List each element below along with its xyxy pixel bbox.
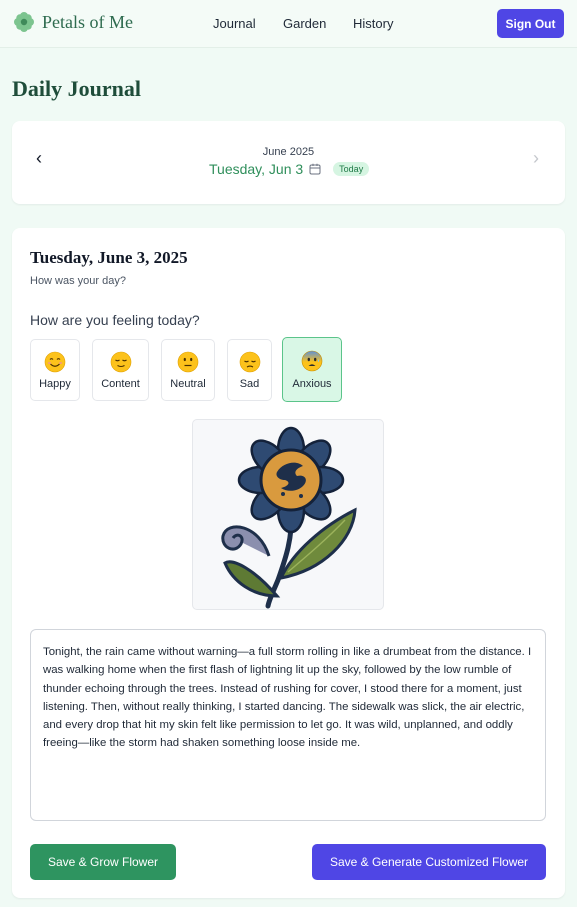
nav-history[interactable]: History [353, 16, 393, 31]
selected-date[interactable]: Tuesday, Jun 3 [209, 161, 303, 177]
embroidered-flower-image [192, 419, 384, 610]
month-label: June 2025 [262, 146, 315, 158]
journal-entry-card: Tuesday, June 3, 2025 How was your day? … [12, 228, 565, 898]
relieved-face-icon [110, 351, 131, 373]
chevron-right-icon[interactable]: › [533, 148, 539, 169]
nav-journal[interactable]: Journal [213, 16, 256, 31]
mood-label: Content [101, 378, 140, 390]
flower-illustration [221, 426, 357, 609]
mood-label: Neutral [170, 378, 206, 390]
neutral-face-icon [177, 351, 199, 373]
calendar-icon[interactable] [309, 163, 321, 175]
journal-textarea[interactable]: Tonight, the rain came without warning—a… [30, 629, 546, 821]
feeling-question: How are you feeling today? [30, 312, 200, 328]
entry-subtitle: How was your day? [30, 275, 126, 287]
nav-garden[interactable]: Garden [283, 16, 326, 31]
date-navigator: ‹ June 2025 Tuesday, Jun 3 Today › [12, 121, 565, 204]
page-title: Daily Journal [12, 76, 141, 101]
mood-sad[interactable]: Sad [227, 339, 272, 401]
sign-out-button[interactable]: Sign Out [497, 9, 564, 38]
top-bar: Petals of Me Journal Garden History Sign… [0, 0, 577, 48]
save-grow-flower-button[interactable]: Save & Grow Flower [30, 844, 176, 880]
pensive-face-icon [239, 351, 260, 373]
save-generate-flower-button[interactable]: Save & Generate Customized Flower [312, 844, 546, 880]
brand[interactable]: Petals of Me [13, 11, 133, 33]
entry-date: Tuesday, June 3, 2025 [30, 248, 188, 267]
mood-label: Anxious [292, 378, 332, 390]
mood-anxious[interactable]: Anxious [282, 337, 342, 402]
mood-happy[interactable]: Happy [30, 339, 80, 401]
flower-logo-icon [14, 12, 34, 32]
mood-neutral[interactable]: Neutral [161, 339, 215, 401]
mood-label: Happy [39, 378, 71, 390]
anxious-face-icon [301, 350, 323, 372]
mood-label: Sad [239, 378, 260, 390]
mood-content[interactable]: Content [92, 339, 149, 401]
selected-date-row: Tuesday, Jun 3 Today [209, 161, 370, 177]
brand-name: Petals of Me [42, 11, 133, 32]
today-badge: Today [333, 162, 370, 176]
smiling-face-icon [44, 351, 66, 373]
